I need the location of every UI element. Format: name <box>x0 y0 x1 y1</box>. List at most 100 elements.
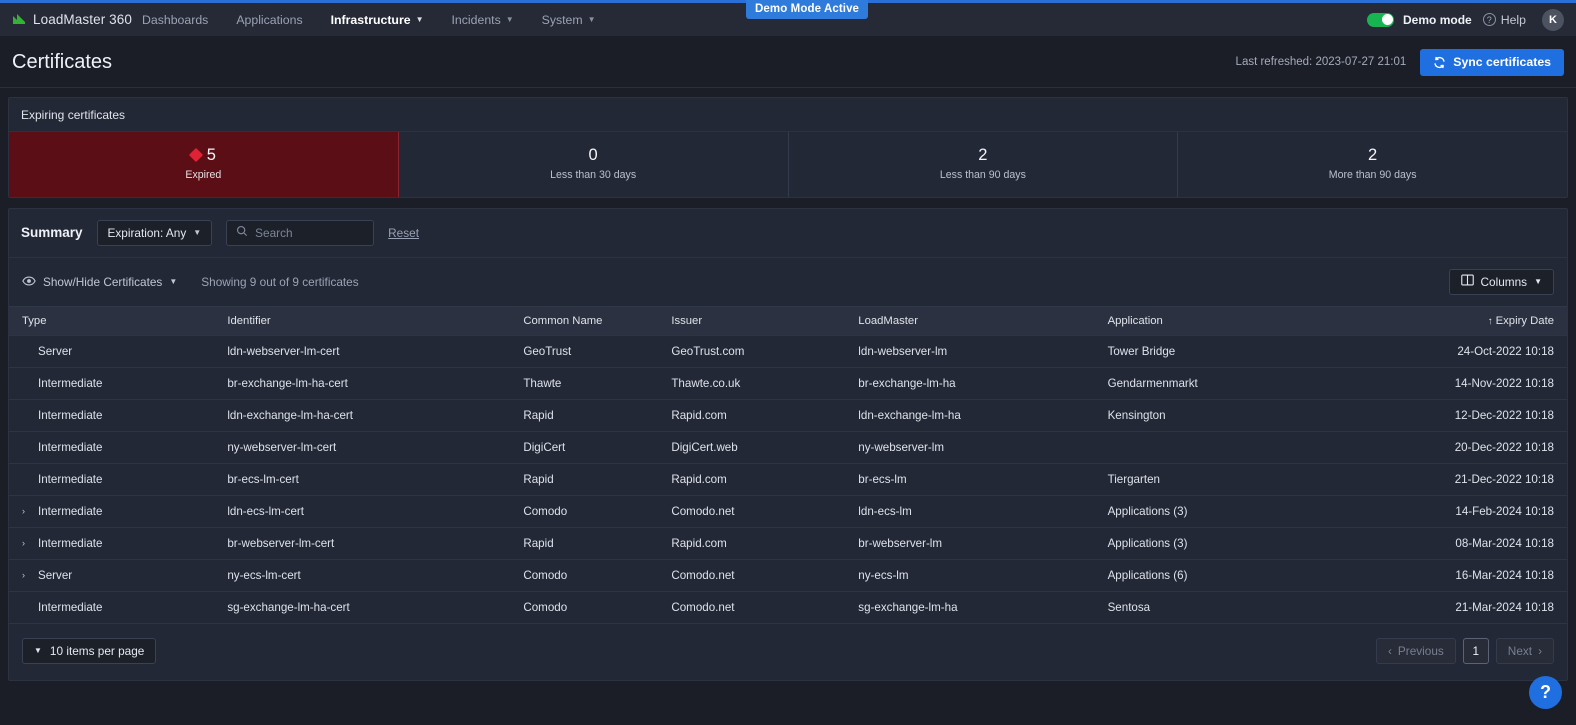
table-header: Type Identifier Common Name Issuer LoadM… <box>9 305 1567 336</box>
cell-type: › Server <box>9 559 220 592</box>
expiring-card-expired[interactable]: 5 Expired <box>9 132 399 197</box>
card-count-wrap: 2 <box>789 146 1178 165</box>
sync-certificates-button[interactable]: Sync certificates <box>1420 48 1564 76</box>
column-header-expiry-date[interactable]: ↑ Expiry Date <box>1317 305 1567 336</box>
cell-type: › Intermediate <box>9 495 220 528</box>
cell-issuer: Comodo.net <box>663 591 851 624</box>
cell-identifier: br-exchange-lm-ha-cert <box>219 367 516 400</box>
search-input[interactable] <box>255 225 365 240</box>
cell-expiry: 14-Nov-2022 10:18 <box>1317 367 1567 400</box>
previous-label: Previous <box>1397 643 1444 658</box>
column-header-issuer[interactable]: Issuer <box>663 305 851 336</box>
page-number-1[interactable]: 1 <box>1462 637 1489 664</box>
nav-item-system[interactable]: System ▼ <box>528 5 610 35</box>
table-row[interactable]: ›Server ldn-webserver-lm-cert GeoTrust G… <box>9 334 1567 368</box>
cell-application: Applications (6) <box>1099 559 1318 592</box>
column-header-identifier[interactable]: Identifier <box>219 305 516 336</box>
expiring-panel-title: Expiring certificates <box>9 98 1567 132</box>
nav-item-label: Incidents <box>451 12 501 27</box>
page-number-label: 1 <box>1472 643 1480 658</box>
table-row[interactable]: ›Intermediate br-ecs-lm-cert Rapid Rapid… <box>9 463 1567 496</box>
pagination: ‹ Previous 1 Next › <box>1375 637 1554 664</box>
column-header-common-name[interactable]: Common Name <box>515 305 664 336</box>
nav-item-label: System <box>541 12 583 27</box>
cell-type-label: Intermediate <box>38 440 103 454</box>
nav-item-applications[interactable]: Applications <box>222 5 316 35</box>
nav-item-label: Dashboards <box>142 12 209 27</box>
table-row[interactable]: ›Intermediate br-exchange-lm-ha-cert Tha… <box>9 367 1567 400</box>
cell-issuer: Rapid.com <box>663 399 851 432</box>
demo-mode-toggle[interactable] <box>1367 12 1395 27</box>
table-toolbar: Show/Hide Certificates ▼ Showing 9 out o… <box>9 258 1567 306</box>
column-header-type[interactable]: Type <box>9 305 220 336</box>
nav-item-infrastructure[interactable]: Infrastructure ▼ <box>317 5 438 35</box>
next-page-button[interactable]: Next › <box>1495 637 1554 664</box>
cell-common-name: GeoTrust <box>515 334 664 368</box>
card-label: More than 90 days <box>1328 168 1417 181</box>
cell-expiry: 21-Mar-2024 10:18 <box>1317 591 1567 624</box>
expiring-card-less-than-90-days[interactable]: 2 Less than 90 days <box>789 132 1179 197</box>
expand-row-chevron-icon[interactable]: › <box>22 538 30 548</box>
avatar[interactable]: K <box>1542 8 1564 31</box>
nav-item-incidents[interactable]: Incidents ▼ <box>438 5 528 35</box>
show-hide-label: Show/Hide Certificates <box>43 274 163 289</box>
brand-logo-area[interactable]: LoadMaster 360 <box>0 12 132 27</box>
showing-count-text: Showing 9 out of 9 certificates <box>201 274 359 289</box>
navbar-right-group: Demo mode ? Help K <box>1367 8 1576 31</box>
cell-loadmaster: br-exchange-lm-ha <box>850 367 1100 400</box>
table-header-row: Type Identifier Common Name Issuer LoadM… <box>9 305 1567 336</box>
expiring-cards-row: 5 Expired 0 Less than 30 days 2 Less tha… <box>9 132 1567 197</box>
chevron-right-icon: › <box>1538 643 1542 658</box>
cell-issuer: Rapid.com <box>663 527 851 560</box>
column-header-loadmaster[interactable]: LoadMaster <box>850 305 1100 336</box>
previous-page-button[interactable]: ‹ Previous <box>1375 637 1456 664</box>
table-row[interactable]: › Intermediate ldn-ecs-lm-cert Comodo Com… <box>9 495 1567 528</box>
search-box[interactable] <box>226 219 375 246</box>
expand-row-chevron-icon[interactable]: › <box>22 570 30 580</box>
chevron-down-icon: ▼ <box>505 15 514 24</box>
help-link[interactable]: ? Help <box>1482 13 1526 27</box>
alert-diamond-icon <box>188 148 203 163</box>
table-row[interactable]: ›Intermediate ny-webserver-lm-cert DigiC… <box>9 431 1567 464</box>
cell-identifier: ny-ecs-lm-cert <box>219 559 516 592</box>
items-per-page-select[interactable]: ▼ 10 items per page <box>22 637 157 664</box>
cell-type-label: Server <box>38 344 73 358</box>
cell-issuer: Rapid.com <box>663 463 851 496</box>
expiration-filter-select[interactable]: Expiration: Any ▼ <box>96 219 213 246</box>
column-header-application[interactable]: Application <box>1099 305 1318 336</box>
chevron-left-icon: ‹ <box>1387 643 1392 658</box>
chevron-down-icon: ▼ <box>169 277 178 287</box>
chevron-down-icon: ▼ <box>193 228 202 238</box>
cell-loadmaster: ldn-exchange-lm-ha <box>850 399 1100 432</box>
cell-common-name: Thawte <box>515 367 664 400</box>
cell-application: Sentosa <box>1099 591 1318 624</box>
expiring-card-more-than-90-days[interactable]: 2 More than 90 days <box>1178 132 1567 197</box>
show-hide-certificates-dropdown[interactable]: Show/Hide Certificates ▼ <box>22 275 177 289</box>
table-row[interactable]: › Server ny-ecs-lm-cert Comodo Comodo.net… <box>9 559 1567 592</box>
expiring-card-less-than-30-days[interactable]: 0 Less than 30 days <box>399 132 789 197</box>
cell-loadmaster: br-ecs-lm <box>850 463 1100 496</box>
card-count: 5 <box>206 146 216 164</box>
cell-application: Kensington <box>1099 399 1318 432</box>
columns-button[interactable]: Columns ▼ <box>1448 268 1554 295</box>
nav-item-dashboards[interactable]: Dashboards <box>128 5 222 35</box>
table-row[interactable]: ›Intermediate ldn-exchange-lm-ha-cert Ra… <box>9 399 1567 432</box>
table-row[interactable]: › Intermediate br-webserver-lm-cert Rapid… <box>9 527 1567 560</box>
table-row[interactable]: ›Intermediate sg-exchange-lm-ha-cert Com… <box>9 591 1567 624</box>
cell-identifier: ldn-ecs-lm-cert <box>219 495 516 528</box>
page-header-actions: Last refreshed: 2023-07-27 21:01 Sync ce… <box>1236 48 1564 76</box>
cell-identifier: ldn-exchange-lm-ha-cert <box>219 399 516 432</box>
table-body: › Server ldn-webserver-lm-cert GeoTrust G… <box>9 334 1567 624</box>
page-header: Certificates Last refreshed: 2023-07-27 … <box>0 37 1576 88</box>
reset-link[interactable]: Reset <box>388 226 419 240</box>
column-header-expiry-label: Expiry Date <box>1495 314 1554 327</box>
cell-type-label: Intermediate <box>38 472 103 486</box>
cell-issuer: Comodo.net <box>663 495 851 528</box>
expand-row-chevron-icon[interactable]: › <box>22 506 30 516</box>
cell-application: Applications (3) <box>1099 527 1318 560</box>
cell-application: Applications (3) <box>1099 495 1318 528</box>
cell-identifier: br-webserver-lm-cert <box>219 527 516 560</box>
cell-common-name: Comodo <box>515 591 664 624</box>
question-mark-icon: ? <box>1482 13 1496 26</box>
help-floating-button[interactable]: ? <box>1529 676 1562 709</box>
